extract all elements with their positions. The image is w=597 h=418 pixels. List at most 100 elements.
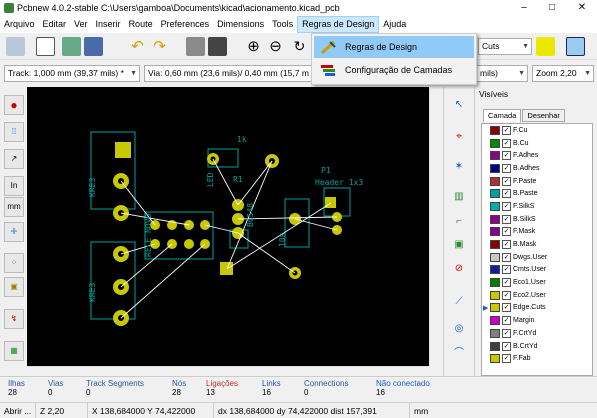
new-board-icon[interactable]	[6, 37, 25, 56]
maximize-button[interactable]: □	[538, 0, 566, 16]
vertical-scrollbar[interactable]	[429, 87, 443, 366]
layer-color-swatch[interactable]	[490, 176, 500, 186]
highlight-net-icon[interactable]: ⌖	[449, 127, 469, 147]
layer-color-swatch[interactable]	[490, 265, 500, 275]
menu-route[interactable]: Route	[125, 16, 157, 33]
layer-row[interactable]: ✓ F.CrtYd	[482, 327, 592, 340]
layer-visibility-checkbox[interactable]: ✓	[502, 151, 511, 161]
horizontal-scrollbar[interactable]	[27, 366, 429, 376]
layer-visibility-checkbox[interactable]: ✓	[502, 252, 511, 262]
layer-row[interactable]: ✓ B.Mask	[482, 238, 592, 251]
menu-item-configuracao-camadas[interactable]: Configuração de Camadas	[314, 59, 474, 81]
layer-row[interactable]: ✓ B.SilkS	[482, 213, 592, 226]
local-ratsnest-icon[interactable]: ✶	[449, 157, 469, 177]
layer-color-swatch[interactable]	[490, 303, 500, 313]
undo-icon[interactable]: ↶	[128, 37, 147, 56]
module-ratsnest-icon[interactable]: ▣	[4, 277, 24, 297]
cursor-shape-icon[interactable]: ✛	[4, 222, 24, 242]
minimize-button[interactable]: –	[510, 0, 538, 16]
menu-ajuda[interactable]: Ajuda	[379, 16, 410, 33]
layer-visibility-checkbox[interactable]: ✓	[502, 201, 511, 211]
select-arrow-icon[interactable]: ↖	[449, 95, 469, 115]
redraw-icon[interactable]: ↻	[290, 37, 309, 56]
layer-row[interactable]: ✓ F.Paste	[482, 175, 592, 188]
redo-icon[interactable]: ↷	[150, 37, 169, 56]
menu-tools[interactable]: Tools	[268, 16, 297, 33]
layer-visibility-checkbox[interactable]: ✓	[502, 214, 511, 224]
layer-row[interactable]: ✓ F.SilkS	[482, 200, 592, 213]
layer-visibility-checkbox[interactable]: ✓	[502, 227, 511, 237]
tab-desenhar[interactable]: Desenhar	[522, 109, 565, 122]
grid-toggle-icon[interactable]: ⁞⁞	[4, 122, 24, 142]
add-via-icon[interactable]: ▣	[449, 235, 469, 255]
drc-off-icon[interactable]: ●	[4, 95, 24, 115]
layer-color-swatch[interactable]	[490, 214, 500, 224]
menu-regras-de-design[interactable]: Regras de Design	[297, 16, 380, 33]
layer-color-swatch[interactable]	[490, 252, 500, 262]
via-size-select[interactable]: Via: 0,60 mm (23,6 mils)/ 0,40 mm (15,7 …	[144, 65, 312, 82]
menu-dimensions[interactable]: Dimensions	[213, 16, 268, 33]
layer-color-swatch[interactable]	[490, 240, 500, 250]
menu-ver[interactable]: Ver	[70, 16, 92, 33]
polar-coords-icon[interactable]: ↗	[4, 149, 24, 169]
layer-row[interactable]: ✓ Eco2.User	[482, 289, 592, 302]
zoom-in-icon[interactable]: ⊕	[244, 37, 263, 56]
menu-inserir[interactable]: Inserir	[92, 16, 125, 33]
zoom-select[interactable]: Zoom 2,20 ▼	[532, 65, 594, 82]
netlist-icon[interactable]	[62, 37, 81, 56]
layer-color-swatch[interactable]	[490, 201, 500, 211]
tab-camada[interactable]: Camada	[483, 109, 522, 122]
layer-row[interactable]: ✓ F.Fab	[482, 352, 592, 365]
layer-visibility-checkbox[interactable]: ✓	[502, 341, 511, 351]
layer-visibility-checkbox[interactable]: ✓	[502, 290, 511, 300]
layer-row[interactable]: ✓ F.Adhes	[482, 149, 592, 162]
layer-visibility-checkbox[interactable]: ✓	[502, 303, 511, 313]
add-circle-icon[interactable]: ◎	[449, 319, 469, 339]
layer-color-swatch[interactable]	[490, 138, 500, 148]
plot-icon[interactable]	[208, 37, 227, 56]
zone-display-icon[interactable]: ▦	[4, 341, 24, 361]
layer-color-swatch[interactable]	[490, 341, 500, 351]
layer-color-swatch[interactable]	[490, 316, 500, 326]
layer-pair-icon[interactable]	[536, 37, 555, 56]
ratsnest-icon[interactable]: ⁘	[4, 253, 24, 273]
layer-color-swatch[interactable]	[490, 290, 500, 300]
layer-color-swatch[interactable]	[490, 354, 500, 364]
autoroute-icon[interactable]	[566, 37, 585, 56]
layer-color-swatch[interactable]	[490, 189, 500, 199]
layer-row[interactable]: ✓ Margin	[482, 314, 592, 327]
layer-row[interactable]: ✓ B.Cu	[482, 137, 592, 150]
menu-arquivo[interactable]: Arquivo	[0, 16, 39, 33]
pcb-canvas[interactable]: 1k R1 P1 Header 1x3 KRE3 KRE3 RELE NOVO …	[27, 87, 429, 366]
add-module-icon[interactable]: ▥	[449, 187, 469, 207]
units-mm-icon[interactable]: mm	[4, 197, 24, 217]
layer-visibility-checkbox[interactable]: ✓	[502, 278, 511, 288]
layer-visibility-checkbox[interactable]: ✓	[502, 138, 511, 148]
menu-preferences[interactable]: Preferences	[157, 16, 214, 33]
library-icon[interactable]	[84, 37, 103, 56]
layer-color-swatch[interactable]	[490, 227, 500, 237]
layer-visibility-checkbox[interactable]: ✓	[502, 176, 511, 186]
layer-row[interactable]: ▶ ✓ Edge.Cuts	[482, 302, 592, 315]
layer-visibility-checkbox[interactable]: ✓	[502, 328, 511, 338]
print-icon[interactable]	[186, 37, 205, 56]
layer-color-swatch[interactable]	[490, 163, 500, 173]
layer-visibility-checkbox[interactable]: ✓	[502, 163, 511, 173]
layer-visibility-checkbox[interactable]: ✓	[502, 189, 511, 199]
add-line-icon[interactable]: ⟋	[449, 292, 469, 312]
layer-visibility-checkbox[interactable]: ✓	[502, 125, 511, 135]
layer-visibility-checkbox[interactable]: ✓	[502, 265, 511, 275]
layer-color-swatch[interactable]	[490, 328, 500, 338]
units-inch-icon[interactable]: In	[4, 176, 24, 196]
layer-visibility-checkbox[interactable]: ✓	[502, 240, 511, 250]
layer-row[interactable]: ✓ Dwgs.User	[482, 251, 592, 264]
layer-color-swatch[interactable]	[490, 151, 500, 161]
layer-color-swatch[interactable]	[490, 125, 500, 135]
grid-select[interactable]: mils) ▼	[476, 65, 528, 82]
layer-visibility-checkbox[interactable]: ✓	[502, 354, 511, 364]
layer-row[interactable]: ✓ B.CrtYd	[482, 340, 592, 353]
add-zone-icon[interactable]: ⊘	[449, 259, 469, 279]
page-settings-icon[interactable]	[36, 37, 55, 56]
layer-row[interactable]: ✓ B.Paste	[482, 187, 592, 200]
layer-color-swatch[interactable]	[490, 278, 500, 288]
